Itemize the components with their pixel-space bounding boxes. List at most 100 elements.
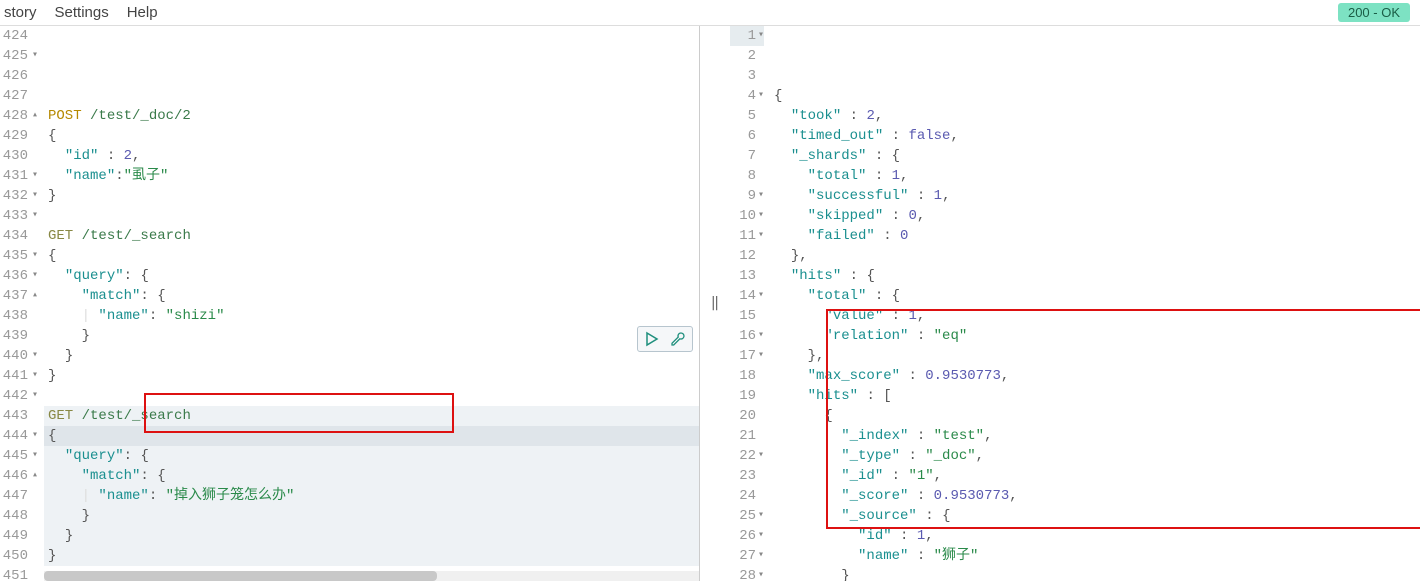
code-line[interactable]: "successful" : 1, — [770, 186, 1420, 206]
code-line[interactable]: "query": { — [44, 446, 699, 466]
code-line[interactable]: "value" : 1, — [770, 306, 1420, 326]
line-number: 23 — [730, 466, 764, 486]
code-line[interactable]: GET /test/_search — [44, 406, 699, 426]
h-scrollbar-thumb[interactable] — [44, 571, 437, 581]
code-line[interactable]: "_score" : 0.9530773, — [770, 486, 1420, 506]
code-line[interactable]: "hits" : { — [770, 266, 1420, 286]
fold-toggle[interactable]: ▾ — [756, 286, 764, 306]
fold-toggle[interactable]: ▾ — [756, 26, 764, 46]
code-line[interactable]: } — [44, 546, 699, 566]
code-line[interactable]: "total" : { — [770, 286, 1420, 306]
menu-help[interactable]: Help — [127, 4, 158, 21]
line-number: 8 — [730, 166, 764, 186]
fold-toggle[interactable]: ▾ — [28, 446, 38, 466]
request-editor[interactable]: 424425▾426427428▴429430431▾432▾433▾43443… — [0, 26, 699, 581]
fold-toggle[interactable]: ▾ — [756, 226, 764, 246]
fold-toggle[interactable]: ▾ — [28, 46, 38, 66]
code-line[interactable]: } — [770, 566, 1420, 581]
request-code[interactable]: POST /test/_doc/2{ "id" : 2, "name":"虱子"… — [44, 26, 699, 581]
request-pane: 424425▾426427428▴429430431▾432▾433▾43443… — [0, 26, 700, 581]
fold-toggle[interactable]: ▾ — [28, 186, 38, 206]
code-line[interactable]: "query": { — [44, 266, 699, 286]
line-number: 14▾ — [730, 286, 764, 306]
fold-toggle[interactable]: ▾ — [28, 266, 38, 286]
fold-toggle[interactable]: ▾ — [28, 166, 38, 186]
code-line[interactable]: "timed_out" : false, — [770, 126, 1420, 146]
fold-toggle[interactable]: ▴ — [28, 466, 38, 486]
code-line[interactable]: "max_score" : 0.9530773, — [770, 366, 1420, 386]
code-line[interactable]: "_type" : "_doc", — [770, 446, 1420, 466]
fold-toggle[interactable]: ▾ — [756, 526, 764, 546]
code-line[interactable]: "match": { — [44, 466, 699, 486]
code-line[interactable]: } — [44, 366, 699, 386]
code-line[interactable]: "hits" : [ — [770, 386, 1420, 406]
fold-toggle[interactable]: ▴ — [28, 106, 38, 126]
code-line[interactable]: "relation" : "eq" — [770, 326, 1420, 346]
code-line[interactable]: | "name": "掉入狮子笼怎么办" — [44, 486, 699, 506]
line-number: 15 — [730, 306, 764, 326]
code-line[interactable]: } — [44, 326, 699, 346]
code-line[interactable]: "_source" : { — [770, 506, 1420, 526]
code-line[interactable]: { — [44, 126, 699, 146]
code-line[interactable]: "_id" : "1", — [770, 466, 1420, 486]
code-line[interactable]: "name":"虱子" — [44, 166, 699, 186]
code-line[interactable]: "name" : "狮子" — [770, 546, 1420, 566]
code-line[interactable]: "total" : 1, — [770, 166, 1420, 186]
code-line[interactable]: } — [44, 186, 699, 206]
fold-toggle[interactable]: ▾ — [28, 206, 38, 226]
code-line[interactable]: "id" : 2, — [44, 146, 699, 166]
fold-toggle[interactable]: ▾ — [756, 326, 764, 346]
code-line[interactable]: "failed" : 0 — [770, 226, 1420, 246]
code-line[interactable]: "match": { — [44, 286, 699, 306]
fold-toggle[interactable]: ▾ — [756, 546, 764, 566]
fold-toggle[interactable]: ▾ — [756, 186, 764, 206]
fold-toggle[interactable]: ▾ — [28, 246, 38, 266]
code-line[interactable]: "_index" : "test", — [770, 426, 1420, 446]
code-line[interactable]: "skipped" : 0, — [770, 206, 1420, 226]
fold-toggle[interactable]: ▾ — [756, 446, 764, 466]
menu-history[interactable]: story — [4, 4, 37, 21]
code-line[interactable]: }, — [770, 346, 1420, 366]
line-number: 430 — [0, 146, 38, 166]
code-line[interactable]: | "name": "shizi" — [44, 306, 699, 326]
code-line[interactable]: "id" : 1, — [770, 526, 1420, 546]
fold-toggle[interactable]: ▾ — [28, 426, 38, 446]
line-number: 448 — [0, 506, 38, 526]
code-line[interactable]: { — [44, 426, 699, 446]
h-scrollbar[interactable] — [44, 571, 699, 581]
pane-splitter[interactable] — [700, 26, 730, 581]
fold-toggle[interactable]: ▾ — [756, 506, 764, 526]
code-line[interactable]: } — [44, 506, 699, 526]
code-line[interactable]: } — [44, 526, 699, 546]
code-line[interactable] — [44, 206, 699, 226]
code-line[interactable] — [44, 386, 699, 406]
run-button[interactable] — [641, 328, 663, 350]
code-line[interactable]: "_shards" : { — [770, 146, 1420, 166]
code-line[interactable]: { — [44, 246, 699, 266]
line-number: 433▾ — [0, 206, 38, 226]
wrench-button[interactable] — [667, 328, 689, 350]
line-number: 6 — [730, 126, 764, 146]
line-number: 437▴ — [0, 286, 38, 306]
code-line[interactable]: POST /test/_doc/2 — [44, 106, 699, 126]
code-line[interactable]: "took" : 2, — [770, 106, 1420, 126]
fold-toggle[interactable]: ▾ — [756, 86, 764, 106]
line-number: 446▴ — [0, 466, 38, 486]
code-line[interactable]: GET /test/_search — [44, 226, 699, 246]
line-number: 9▾ — [730, 186, 764, 206]
code-line[interactable]: { — [770, 86, 1420, 106]
code-line[interactable]: }, — [770, 246, 1420, 266]
code-line[interactable]: } — [44, 346, 699, 366]
code-line[interactable]: { — [770, 406, 1420, 426]
fold-toggle[interactable]: ▾ — [756, 206, 764, 226]
line-number: 442▾ — [0, 386, 38, 406]
menu-settings[interactable]: Settings — [55, 4, 109, 21]
fold-toggle[interactable]: ▴ — [28, 286, 38, 306]
fold-toggle[interactable]: ▾ — [28, 346, 38, 366]
fold-toggle[interactable]: ▾ — [756, 566, 764, 581]
fold-toggle[interactable]: ▾ — [28, 366, 38, 386]
line-number: 19 — [730, 386, 764, 406]
fold-toggle[interactable]: ▾ — [28, 386, 38, 406]
fold-toggle[interactable]: ▾ — [756, 346, 764, 366]
response-viewer[interactable]: 1▾234▾56789▾10▾11▾121314▾1516▾17▾1819202… — [730, 26, 1420, 581]
